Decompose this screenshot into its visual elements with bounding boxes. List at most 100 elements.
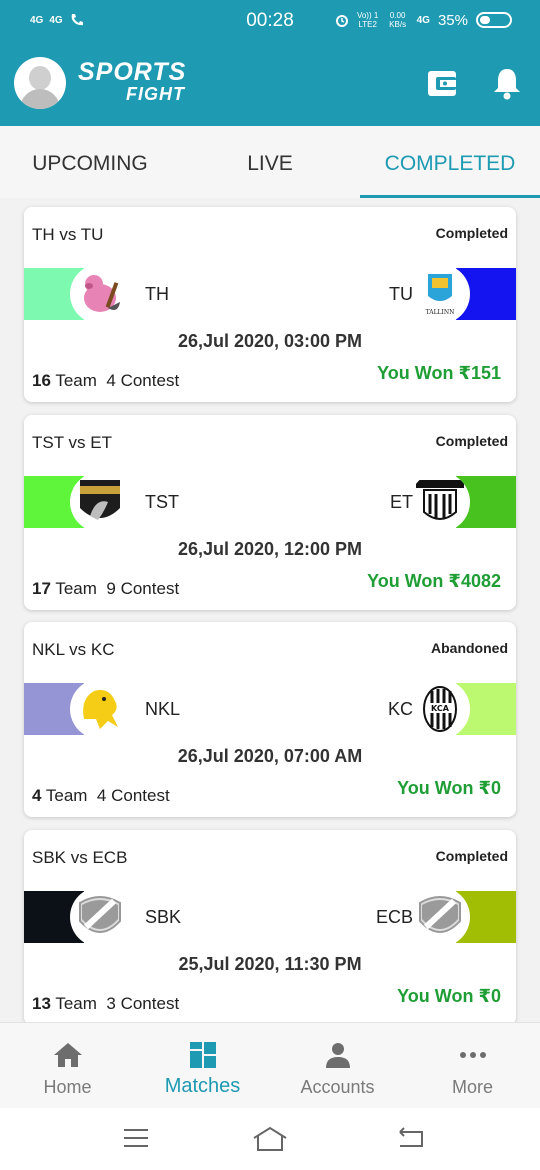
match-title: NKL vs KC [32, 640, 115, 659]
match-status: Completed [435, 433, 508, 449]
team-left-badge [70, 887, 130, 947]
back-icon[interactable] [396, 1126, 426, 1150]
status-right: Vo)) 1 LTE2 0.00 KB/s 4G 35% [335, 11, 512, 29]
team-right-name: TU [389, 284, 413, 304]
nav-home-label: Home [43, 1077, 92, 1097]
winnings-amount: You Won ₹4082 [367, 571, 501, 591]
match-title: SBK vs ECB [32, 848, 128, 867]
person-icon [325, 1043, 350, 1068]
kca-badge-icon: KCA [423, 686, 457, 732]
team-left-name: SBK [145, 907, 182, 927]
team-right-name: ECB [375, 907, 413, 927]
team-label: Team [55, 994, 97, 1013]
match-card[interactable]: TST vs ET Completed TST ET 26,Jul 2020, … [24, 415, 516, 610]
tab-upcoming[interactable]: UPCOMING [0, 126, 180, 198]
match-card[interactable]: SBK vs ECB Completed SBK ECB 25,Jul 2020… [24, 830, 516, 1025]
team-count: 4 [32, 786, 42, 805]
logo-text-2: FIGHT [126, 84, 185, 104]
contest-count: 4 [106, 371, 116, 390]
team-left-badge [70, 264, 130, 324]
team-label: Team [45, 786, 88, 805]
bell-icon[interactable] [492, 66, 522, 100]
team-left-badge [70, 679, 130, 739]
team-right-badge [410, 472, 470, 532]
team-left-badge [70, 472, 130, 532]
nav-more[interactable]: More [405, 1023, 540, 1108]
shield-badge-icon [79, 896, 121, 933]
home-nav-icon[interactable] [252, 1126, 288, 1152]
svg-text:TALLINN: TALLINN [426, 309, 455, 316]
team-count: 17 [32, 579, 51, 598]
contest-label: Contest [120, 994, 180, 1013]
nav-home[interactable]: Home [0, 1023, 135, 1108]
alarm-icon [335, 15, 348, 27]
volte-label: Vo)) 1 LTE2 [356, 11, 379, 29]
team-left-name: TST [145, 492, 179, 512]
contest-count: 9 [106, 579, 116, 598]
match-stats: 13 Team 3 Contest [32, 994, 179, 1014]
grid-icon [189, 1042, 216, 1068]
team-right-name: ET [389, 492, 413, 512]
match-date: 26,Jul 2020, 03:00 PM [177, 331, 363, 351]
team-left-name: NKL [145, 699, 181, 719]
bottom-navigation: Home Matches Accounts More [0, 1022, 540, 1108]
tigers-badge-icon [416, 480, 464, 520]
team-left-name: TH [145, 284, 169, 304]
team-right-badge: KCA [410, 679, 470, 739]
match-stats: 17 Team 9 Contest [32, 579, 179, 599]
avatar[interactable] [14, 57, 66, 109]
system-navigation [0, 1108, 540, 1170]
match-card[interactable]: NKL vs KC Abandoned KCA NKL KC 26,Jul 20… [24, 622, 516, 817]
app-logo: SPORTS FIGHT [78, 58, 187, 104]
lion-badge-icon [83, 690, 118, 729]
tab-completed[interactable]: COMPLETED [360, 126, 540, 198]
stallions-badge-icon [80, 480, 120, 520]
match-title: TH vs TU [32, 225, 104, 244]
contest-label: Contest [120, 579, 180, 598]
match-tabs: UPCOMING LIVE COMPLETED [0, 126, 540, 198]
team-right-badge [410, 887, 470, 947]
team-right-name: KC [387, 699, 413, 719]
battery-percent: 35% [437, 11, 468, 29]
pig-badge-icon [84, 275, 120, 312]
logo-text-1: SPORTS [78, 58, 187, 86]
network-label-3: 4G [416, 14, 430, 26]
match-stats: 4 Team 4 Contest [32, 786, 170, 806]
battery-icon [476, 12, 512, 28]
nav-accounts-label: Accounts [300, 1077, 375, 1097]
winnings-amount: You Won ₹0 [397, 778, 501, 798]
nav-accounts[interactable]: Accounts [270, 1023, 405, 1108]
speed-label: 0.00 KB/s [389, 11, 407, 29]
nav-more-label: More [451, 1077, 493, 1097]
more-dots-icon [459, 1052, 486, 1058]
shield-badge-icon [419, 896, 461, 933]
match-title: TST vs ET [32, 433, 112, 452]
status-bar: 4G 4G 00:28 Vo)) 1 LTE2 0.00 KB/s 4G 35% [0, 0, 540, 42]
match-date: 25,Jul 2020, 11:30 PM [178, 954, 362, 974]
team-count: 16 [32, 371, 51, 390]
menu-icon[interactable] [122, 1126, 150, 1150]
match-card[interactable]: TH vs TU Completed TALLINN TH TU 26,Jul … [24, 207, 516, 402]
team-label: Team [55, 371, 97, 390]
contest-label: Contest [111, 786, 170, 805]
nav-matches[interactable]: Matches [135, 1023, 270, 1108]
contest-count: 4 [96, 786, 107, 805]
team-count: 13 [32, 994, 51, 1013]
tallinn-badge-icon: TALLINN [426, 274, 455, 316]
home-icon [53, 1043, 82, 1067]
winnings-amount: You Won ₹151 [377, 363, 501, 383]
tab-live[interactable]: LIVE [180, 126, 360, 198]
match-date: 26,Jul 2020, 12:00 PM [177, 539, 363, 559]
team-label: Team [55, 579, 97, 598]
nav-matches-label: Matches [164, 1075, 241, 1097]
match-status: Completed [435, 225, 508, 241]
svg-text:KCA: KCA [431, 704, 450, 713]
team-right-badge: TALLINN [410, 264, 470, 324]
app-header: SPORTS FIGHT [0, 42, 540, 126]
match-status: Completed [435, 848, 508, 864]
match-date: 26,Jul 2020, 07:00 AM [177, 746, 363, 766]
wallet-icon[interactable] [427, 68, 457, 98]
match-stats: 16 Team 4 Contest [32, 371, 179, 391]
winnings-amount: You Won ₹0 [397, 986, 501, 1006]
contest-label: Contest [120, 371, 180, 390]
